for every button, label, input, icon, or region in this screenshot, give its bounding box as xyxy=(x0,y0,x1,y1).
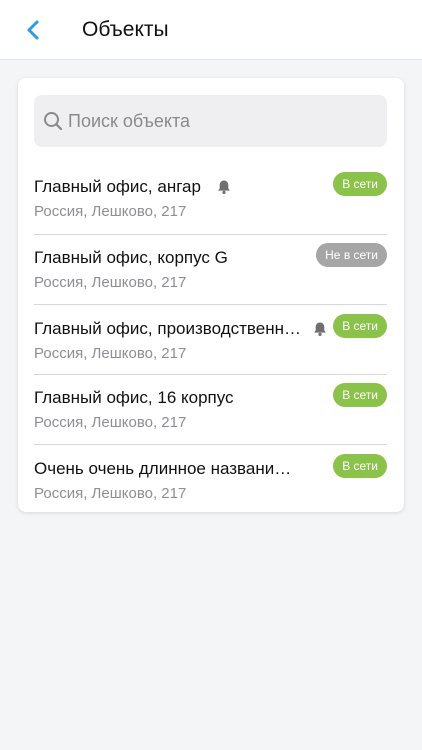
object-list-item[interactable]: Главный офис, производственн… Россия, Ле… xyxy=(34,314,387,388)
search-icon xyxy=(42,110,64,132)
object-address: Россия, Лешково, 217 xyxy=(34,485,187,502)
object-name: Главный офис, 16 корпус xyxy=(34,388,234,407)
object-name: Главный офис, корпус G xyxy=(34,248,228,267)
search-input[interactable] xyxy=(68,110,368,132)
object-name: Главный офис, производственн… xyxy=(34,319,301,338)
object-address: Россия, Лешково, 217 xyxy=(34,274,187,291)
object-list-item[interactable]: Главный офис, корпус G Россия, Лешково, … xyxy=(34,243,387,317)
object-list-item[interactable]: Главный офис, ангар Россия, Лешково, 217… xyxy=(34,172,387,246)
objects-card: Главный офис, ангар Россия, Лешково, 217… xyxy=(18,78,404,512)
status-badge: В сети xyxy=(333,383,387,407)
object-address: Россия, Лешково, 217 xyxy=(34,345,187,362)
divider xyxy=(34,304,387,305)
status-badge: Не в сети xyxy=(316,243,387,267)
object-address: Россия, Лешково, 217 xyxy=(34,414,187,431)
divider xyxy=(34,374,387,375)
status-badge: В сети xyxy=(333,172,387,196)
back-button[interactable] xyxy=(18,14,48,46)
bell-icon xyxy=(218,180,230,194)
status-badge: В сети xyxy=(333,454,387,478)
bell-icon xyxy=(314,322,326,336)
divider xyxy=(34,234,387,235)
object-list-item[interactable]: Очень очень длинное названи… Россия, Леш… xyxy=(34,454,387,528)
page-title: Объекты xyxy=(82,18,169,41)
top-bar: Объекты xyxy=(0,0,422,60)
status-badge: В сети xyxy=(333,314,387,338)
object-list-item[interactable]: Главный офис, 16 корпус Россия, Лешково,… xyxy=(34,383,387,457)
object-name: Очень очень длинное названи… xyxy=(34,459,292,478)
object-address: Россия, Лешково, 217 xyxy=(34,203,187,220)
object-name: Главный офис, ангар xyxy=(34,177,201,196)
divider xyxy=(34,444,387,445)
search-bar[interactable] xyxy=(34,95,387,147)
chevron-left-icon xyxy=(27,20,39,40)
